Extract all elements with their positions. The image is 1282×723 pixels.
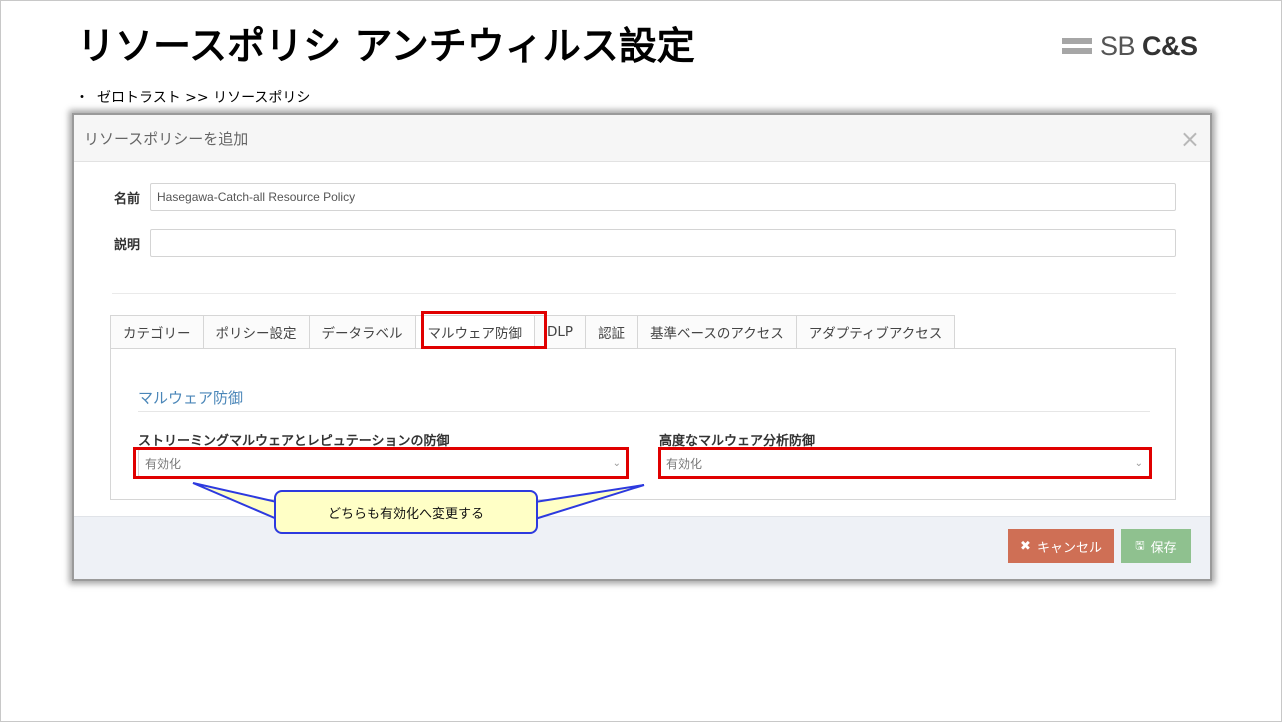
callout-pointer [192, 482, 645, 521]
callout-note: どちらも有効化へ変更する [274, 490, 538, 534]
callout-text: どちらも有効化へ変更する [327, 506, 484, 522]
